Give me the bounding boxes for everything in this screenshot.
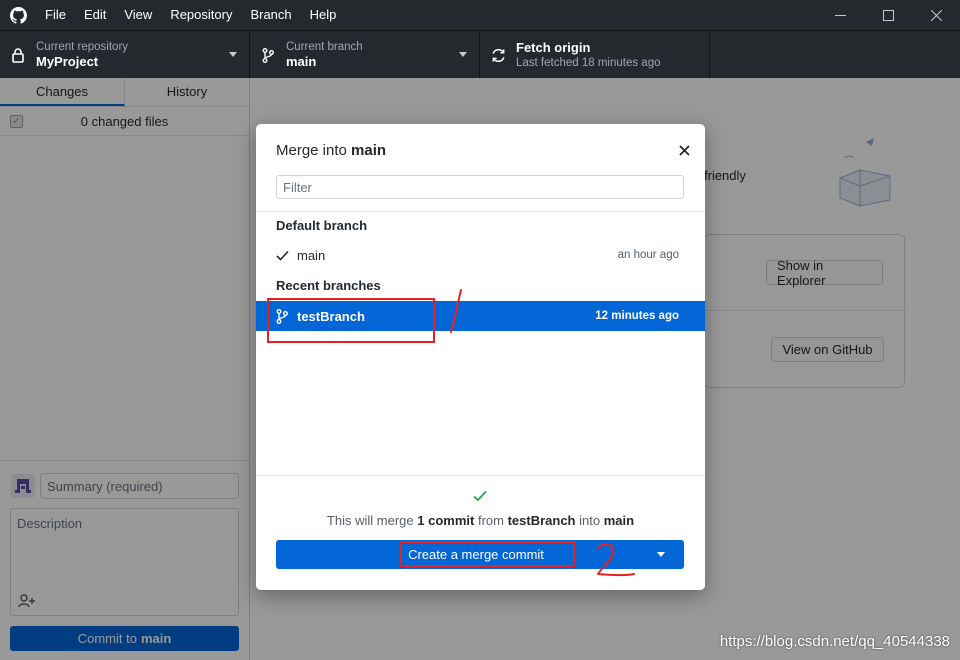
menu-view[interactable]: View xyxy=(115,0,161,30)
merge-dialog: Merge into main Default branch main an h… xyxy=(256,124,705,590)
dialog-footer: This will merge 1 commit from testBranch… xyxy=(256,475,705,590)
annotation-box-2 xyxy=(400,541,575,567)
fetch-label: Fetch origin xyxy=(516,40,591,55)
minimize-icon[interactable] xyxy=(816,0,864,30)
divider xyxy=(256,211,705,212)
merge-source-branch: testBranch xyxy=(507,513,576,528)
merge-msg-text: into xyxy=(579,513,601,528)
annotation-box-1 xyxy=(267,298,435,343)
menu-branch[interactable]: Branch xyxy=(241,0,300,30)
menu-bar: File Edit View Repository Branch Help xyxy=(36,0,345,30)
close-icon[interactable] xyxy=(677,143,691,157)
default-branch-header: Default branch xyxy=(276,218,368,233)
branch-name: main xyxy=(286,54,317,69)
merge-commit-count: 1 commit xyxy=(417,513,475,528)
merge-msg-text: from xyxy=(477,513,504,528)
chevron-down-icon xyxy=(229,52,237,57)
recent-branches-header: Recent branches xyxy=(276,278,381,293)
repo-name: MyProject xyxy=(36,54,99,69)
toolbar: Current repository MyProject Current bra… xyxy=(0,30,960,79)
fetch-origin-button[interactable]: Fetch origin Last fetched 18 minutes ago xyxy=(480,31,710,79)
chevron-down-icon xyxy=(459,52,467,57)
close-icon[interactable] xyxy=(912,0,960,30)
merge-summary: This will merge 1 commit from testBranch… xyxy=(256,513,705,528)
menu-repository[interactable]: Repository xyxy=(161,0,241,30)
current-repository-button[interactable]: Current repository MyProject xyxy=(0,31,250,79)
branch-icon xyxy=(250,47,286,63)
menu-file[interactable]: File xyxy=(36,0,75,30)
chevron-down-icon[interactable] xyxy=(657,552,665,557)
success-check-icon xyxy=(473,490,487,505)
dialog-title: Merge into main xyxy=(276,142,386,159)
window-controls xyxy=(816,0,960,30)
title-bar: File Edit View Repository Branch Help xyxy=(0,0,960,30)
check-icon xyxy=(276,250,296,261)
filter-input[interactable] xyxy=(276,175,684,199)
branch-name: main xyxy=(297,247,326,263)
branch-time: 12 minutes ago xyxy=(595,310,679,322)
dialog-title-branch: main xyxy=(351,142,387,159)
branch-item-main[interactable]: main an hour ago xyxy=(256,240,705,270)
fetch-status: Last fetched 18 minutes ago xyxy=(516,57,661,69)
dialog-title-prefix: Merge into xyxy=(276,142,347,159)
merge-target-branch: main xyxy=(603,513,635,528)
menu-help[interactable]: Help xyxy=(301,0,346,30)
branch-label: Current branch xyxy=(286,41,363,53)
watermark: https://blog.csdn.net/qq_40544338 xyxy=(719,633,950,650)
lock-icon xyxy=(0,47,36,63)
branch-time: an hour ago xyxy=(617,249,679,261)
merge-msg-text: This will merge xyxy=(326,513,414,528)
sync-icon xyxy=(480,48,516,63)
current-branch-button[interactable]: Current branch main xyxy=(250,31,480,79)
menu-edit[interactable]: Edit xyxy=(75,0,115,30)
github-logo-icon xyxy=(0,0,36,30)
repo-label: Current repository xyxy=(36,41,129,53)
maximize-icon[interactable] xyxy=(864,0,912,30)
